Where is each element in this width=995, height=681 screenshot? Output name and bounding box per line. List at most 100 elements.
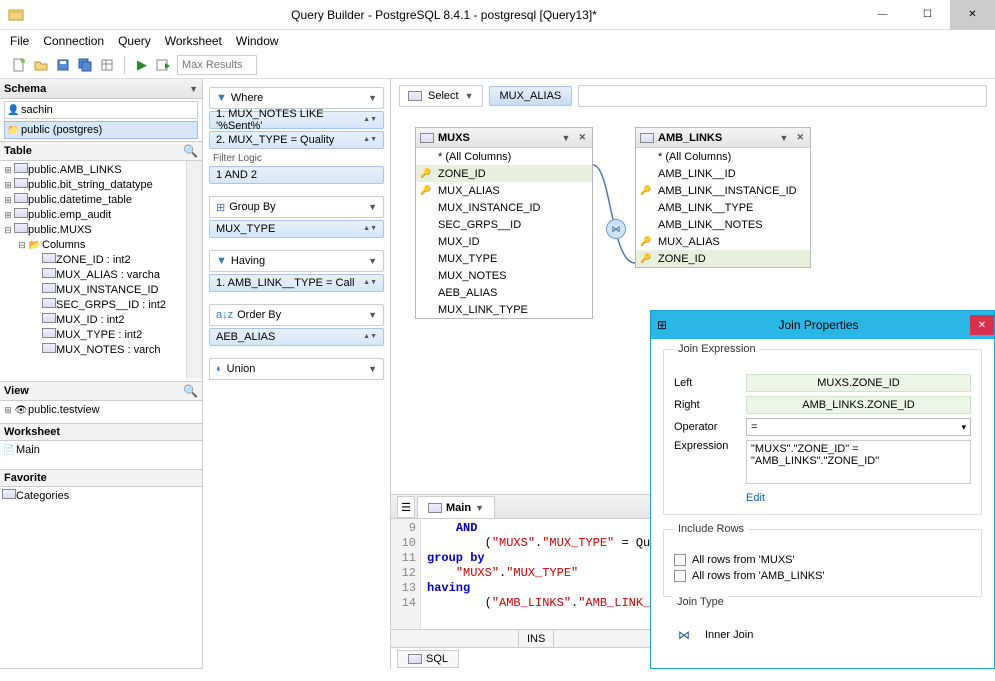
close-icon[interactable]: ✕	[576, 132, 588, 143]
col-row[interactable]: * (All Columns)	[416, 148, 592, 165]
new-icon[interactable]	[10, 56, 28, 74]
col-row[interactable]: 🔑ZONE_ID	[636, 250, 810, 267]
chevron-down-icon[interactable]: ▼	[560, 133, 573, 143]
table-icon	[640, 133, 654, 143]
col-row[interactable]: AMB_LINK__TYPE	[636, 199, 810, 216]
select-column-pill[interactable]: MUX_ALIAS	[489, 86, 573, 106]
where-header[interactable]: ▼Where▼	[209, 87, 384, 109]
view-item[interactable]: ⊞👁public.testview	[2, 403, 202, 418]
menu-connection[interactable]: Connection	[43, 34, 104, 48]
col-row[interactable]: AMB_LINK__ID	[636, 165, 810, 182]
menu-window[interactable]: Window	[236, 34, 279, 48]
tree-item[interactable]: ⊞public.bit_string_datatype	[2, 178, 186, 193]
select-drop-area[interactable]	[578, 85, 987, 107]
tree-col[interactable]: MUX_NOTES : varch	[2, 343, 186, 358]
join-node[interactable]: ⋈	[606, 219, 626, 239]
col-row[interactable]: MUX_INSTANCE_ID	[416, 199, 592, 216]
search-icon[interactable]: 🔍	[183, 384, 198, 398]
menu-worksheet[interactable]: Worksheet	[165, 34, 222, 48]
max-results-input[interactable]	[177, 55, 257, 75]
col-row[interactable]: MUX_ID	[416, 233, 592, 250]
filter-logic-value[interactable]: 1 AND 2	[209, 166, 384, 184]
search-icon[interactable]: 🔍	[183, 144, 198, 158]
maximize-button[interactable]: ☐	[905, 0, 950, 30]
grid-icon[interactable]	[98, 56, 116, 74]
table-amb-links[interactable]: AMB_LINKS ▼✕ * (All Columns) AMB_LINK__ID…	[635, 127, 811, 268]
where-item[interactable]: 2. MUX_TYPE = Quality▲▼	[209, 131, 384, 149]
where-item[interactable]: 1. MUX_NOTES LIKE '%Sent%'▲▼	[209, 111, 384, 129]
join-left-value[interactable]: MUXS.ZONE_ID	[746, 374, 971, 392]
groupby-item[interactable]: MUX_TYPE▲▼	[209, 220, 384, 238]
col-row[interactable]: MUX_NOTES	[416, 267, 592, 284]
schema-user-row[interactable]: 👤sachin	[4, 101, 198, 119]
include-amb-checkbox[interactable]: All rows from 'AMB_LINKS'	[674, 570, 971, 582]
col-row[interactable]: 🔑AMB_LINK__INSTANCE_ID	[636, 182, 810, 199]
menubar: File Connection Query Worksheet Window	[0, 30, 995, 51]
view-header: View	[4, 385, 29, 397]
tree-item[interactable]: ⊞public.emp_audit	[2, 208, 186, 223]
groupby-header[interactable]: ⊞Group By▼	[209, 196, 384, 218]
table-title: AMB_LINKS	[658, 132, 722, 144]
dialog-close-button[interactable]: ✕	[970, 315, 994, 335]
col-row[interactable]: SEC_GRPS__ID	[416, 216, 592, 233]
status-ins: INS	[519, 630, 554, 647]
run-icon[interactable]: ▶	[133, 56, 151, 74]
col-row[interactable]: 🔑MUX_ALIAS	[636, 233, 810, 250]
menu-file[interactable]: File	[10, 34, 29, 48]
list-icon[interactable]: ☰	[397, 496, 415, 518]
tree-col[interactable]: MUX_TYPE : int2	[2, 328, 186, 343]
col-row[interactable]: MUX_LINK_TYPE	[416, 301, 592, 318]
col-row[interactable]: AMB_LINK__NOTES	[636, 216, 810, 233]
worksheet-item[interactable]: 📄Main	[2, 443, 202, 458]
tab-sql[interactable]: SQL	[397, 650, 459, 668]
favorite-header: Favorite	[4, 472, 47, 484]
operator-combo[interactable]: =▾	[746, 418, 971, 436]
tree-scrollbar[interactable]	[186, 161, 202, 379]
save-all-icon[interactable]	[76, 56, 94, 74]
close-button[interactable]: ✕	[950, 0, 995, 30]
union-header[interactable]: ◐Union▼	[209, 358, 384, 380]
col-row[interactable]: 🔑MUX_ALIAS	[416, 182, 592, 199]
tree-col[interactable]: MUX_INSTANCE_ID	[2, 283, 186, 298]
orderby-item[interactable]: AEB_ALIAS▲▼	[209, 328, 384, 346]
col-row[interactable]: MUX_TYPE	[416, 250, 592, 267]
menu-query[interactable]: Query	[118, 34, 151, 48]
app-icon	[8, 7, 24, 23]
schema-public-row[interactable]: 📁public (postgres)	[4, 121, 198, 139]
join-right-value[interactable]: AMB_LINKS.ZONE_ID	[746, 396, 971, 414]
close-icon[interactable]: ✕	[794, 132, 806, 143]
open-icon[interactable]	[32, 56, 50, 74]
col-row[interactable]: * (All Columns)	[636, 148, 810, 165]
folder-icon: 📂	[28, 238, 42, 253]
edit-link[interactable]: Edit	[674, 492, 765, 504]
tree-col[interactable]: MUX_ALIAS : varcha	[2, 268, 186, 283]
col-row[interactable]: 🔑ZONE_ID	[416, 165, 592, 182]
tab-main[interactable]: Main▼	[417, 496, 495, 518]
tree-col[interactable]: ZONE_ID : int2	[2, 253, 186, 268]
favorite-item[interactable]: Categories	[2, 489, 202, 504]
having-item[interactable]: 1. AMB_LINK__TYPE = Call▲▼	[209, 274, 384, 292]
col-row[interactable]: AEB_ALIAS	[416, 284, 592, 301]
table-muxs[interactable]: MUXS▼✕ * (All Columns) 🔑ZONE_ID 🔑MUX_ALI…	[415, 127, 593, 319]
tree-item[interactable]: ⊞public.AMB_LINKS	[2, 163, 186, 178]
table-icon	[408, 91, 422, 101]
schema-header[interactable]: Schema▼	[0, 79, 202, 99]
run-sheet-icon[interactable]	[155, 56, 173, 74]
expression-text[interactable]: "MUXS"."ZONE_ID" = "AMB_LINKS"."ZONE_ID"	[746, 440, 971, 484]
chevron-down-icon[interactable]: ▼	[778, 133, 791, 143]
orderby-header[interactable]: a↓zOrder By▼	[209, 304, 384, 326]
tree-item[interactable]: ⊞public.datetime_table	[2, 193, 186, 208]
window-title: Query Builder - PostgreSQL 8.4.1 - postg…	[28, 8, 860, 22]
tree-columns[interactable]: ⊟📂Columns	[2, 238, 186, 253]
inner-join-icon: ⋈	[673, 627, 695, 643]
tree-item[interactable]: ⊟public.MUXS	[2, 223, 186, 238]
having-icon: ▼	[216, 255, 227, 267]
tree-col[interactable]: MUX_ID : int2	[2, 313, 186, 328]
having-header[interactable]: ▼Having▼	[209, 250, 384, 272]
select-dropdown[interactable]: Select▼	[399, 85, 483, 107]
minimize-button[interactable]: —	[860, 0, 905, 30]
tree-col[interactable]: SEC_GRPS__ID : int2	[2, 298, 186, 313]
include-muxs-checkbox[interactable]: All rows from 'MUXS'	[674, 554, 971, 566]
save-icon[interactable]	[54, 56, 72, 74]
key-icon: 🔑	[420, 185, 434, 196]
